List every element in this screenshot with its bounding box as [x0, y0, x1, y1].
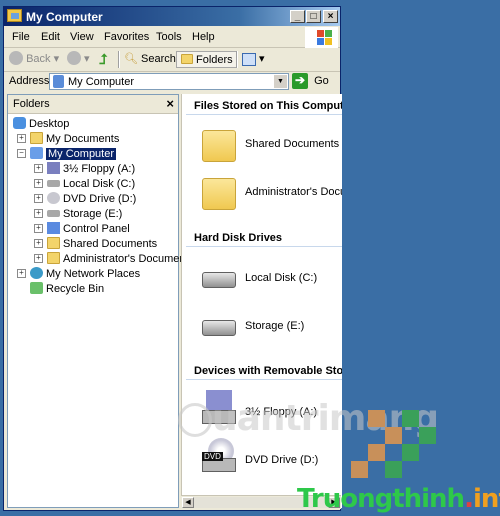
menu-tools[interactable]: Tools: [156, 31, 182, 43]
watermark-square: [402, 410, 419, 427]
windows-logo-icon: [305, 27, 338, 48]
menu-file[interactable]: File: [12, 31, 30, 43]
tree-item-control-panel[interactable]: + Control Panel: [34, 222, 130, 236]
menu-view[interactable]: View: [70, 31, 94, 43]
desktop-icon: [13, 117, 26, 130]
expand-icon[interactable]: +: [34, 253, 43, 263]
up-folder-button[interactable]: ⮥: [99, 51, 107, 68]
search-button[interactable]: 🔍︎ Search: [124, 51, 176, 68]
hard-disk-icon: [47, 179, 60, 187]
my-computer-folder-icon: [7, 9, 22, 22]
menu-favorites[interactable]: Favorites: [104, 31, 149, 43]
folder-icon: [47, 237, 60, 250]
section-header-files-stored: Files Stored on This Computer: [194, 100, 342, 112]
forward-button[interactable]: ▾: [67, 51, 90, 68]
tree-item-administrators-documents[interactable]: + Administrator's Documents: [34, 252, 194, 266]
tree-item-my-documents[interactable]: + My Documents: [17, 132, 119, 146]
back-button[interactable]: Back ▾: [9, 51, 59, 68]
toolbar-separator: [236, 51, 238, 68]
folder-icon: [47, 252, 60, 265]
expand-icon[interactable]: +: [34, 178, 43, 188]
tree-item-storage-e[interactable]: + Storage (E:): [34, 207, 122, 221]
expand-icon[interactable]: +: [34, 238, 43, 248]
folder-icon: [202, 178, 236, 210]
menu-bar: File Edit View Favorites Tools Help: [4, 27, 340, 48]
menu-edit[interactable]: Edit: [41, 31, 60, 43]
hard-disk-icon: [47, 209, 60, 217]
folders-button[interactable]: Folders: [176, 51, 238, 68]
content-pane: Files Stored on This Computer Shared Doc…: [181, 94, 342, 508]
folder-icon: [181, 54, 193, 65]
toolbar-separator: [118, 51, 120, 68]
menu-help[interactable]: Help: [192, 31, 215, 43]
my-computer-icon: [53, 75, 64, 88]
watermark-square: [351, 461, 368, 478]
watermark-square: [385, 427, 402, 444]
section-divider: [186, 379, 342, 380]
address-input[interactable]: My Computer ▼: [49, 73, 289, 90]
watermark-square: [385, 461, 402, 478]
watermark-square: [402, 444, 419, 461]
expand-icon[interactable]: +: [34, 193, 43, 203]
views-icon: [242, 52, 256, 66]
expand-icon[interactable]: +: [34, 163, 43, 173]
forward-arrow-icon: [67, 51, 81, 66]
hard-disk-icon: [202, 320, 236, 336]
folders-pane-title: Folders: [13, 98, 50, 110]
expand-icon[interactable]: +: [34, 223, 43, 233]
tree-item-recycle-bin[interactable]: Recycle Bin: [30, 282, 104, 296]
back-arrow-icon: [9, 51, 23, 66]
floppy-icon: [47, 162, 60, 175]
folders-pane-header: Folders ×: [8, 95, 178, 114]
close-button[interactable]: ×: [323, 10, 338, 23]
truongthinh-watermark: Truongthinh.info: [297, 484, 500, 514]
network-places-icon: [30, 267, 43, 280]
views-button[interactable]: ▾: [242, 51, 265, 68]
section-divider: [186, 246, 342, 247]
watermark-logo-icon: [178, 403, 212, 437]
my-computer-icon: [30, 147, 43, 160]
tree-item-dvd-drive-d[interactable]: + DVD Drive (D:): [34, 192, 136, 206]
folder-icon: [202, 130, 236, 162]
tree-item-my-network-places[interactable]: + My Network Places: [17, 267, 140, 281]
standard-toolbar: Back ▾ ▾ ⮥ 🔍︎ Search Folders ▾: [4, 48, 340, 72]
watermark-square: [419, 427, 436, 444]
hard-disk-icon: [202, 272, 236, 288]
minimize-button[interactable]: _: [290, 10, 305, 23]
section-header-hard-disk-drives: Hard Disk Drives: [194, 232, 283, 244]
go-arrow-icon: ➔: [292, 73, 308, 89]
expand-icon[interactable]: +: [17, 133, 26, 143]
address-bar: Address My Computer ▼ ➔ Go: [4, 72, 340, 92]
tree-item-my-computer[interactable]: − My Computer: [17, 147, 117, 161]
section-divider: [186, 114, 342, 115]
watermark-square: [368, 410, 385, 427]
recycle-bin-icon: [30, 282, 43, 295]
tree-item-shared-documents[interactable]: + Shared Documents: [34, 237, 157, 251]
collapse-icon[interactable]: −: [17, 148, 26, 158]
folders-pane: Folders × Desktop + My Documents − My Comp…: [7, 94, 194, 508]
tree-item-floppy[interactable]: +3½ Floppy (A:): [34, 162, 135, 176]
dvd-badge: DVD: [202, 452, 223, 461]
title-bar[interactable]: My Computer _ □ ×: [4, 7, 340, 26]
watermark-square: [368, 444, 385, 461]
tree-item-desktop[interactable]: Desktop: [13, 117, 69, 131]
window-title: My Computer: [26, 10, 103, 24]
up-folder-icon: ⮥: [99, 51, 108, 67]
control-panel-icon: [47, 222, 60, 235]
expand-icon[interactable]: +: [34, 208, 43, 218]
maximize-button[interactable]: □: [306, 10, 321, 23]
address-label: Address: [9, 75, 50, 87]
tree-item-local-disk-c[interactable]: + Local Disk (C:): [34, 177, 135, 191]
section-header-removable-storage: Devices with Removable Storage: [194, 365, 342, 377]
address-dropdown-button[interactable]: ▼: [274, 75, 287, 88]
expand-icon[interactable]: +: [17, 268, 26, 278]
address-value: My Computer: [68, 76, 135, 88]
my-documents-icon: [30, 132, 43, 145]
go-button[interactable]: ➔ Go: [292, 73, 329, 90]
dvd-drive-icon: [47, 192, 60, 205]
scroll-left-button[interactable]: ◀: [182, 497, 194, 508]
search-icon: 🔍︎: [124, 53, 138, 65]
close-folders-pane-button[interactable]: ×: [166, 96, 174, 111]
